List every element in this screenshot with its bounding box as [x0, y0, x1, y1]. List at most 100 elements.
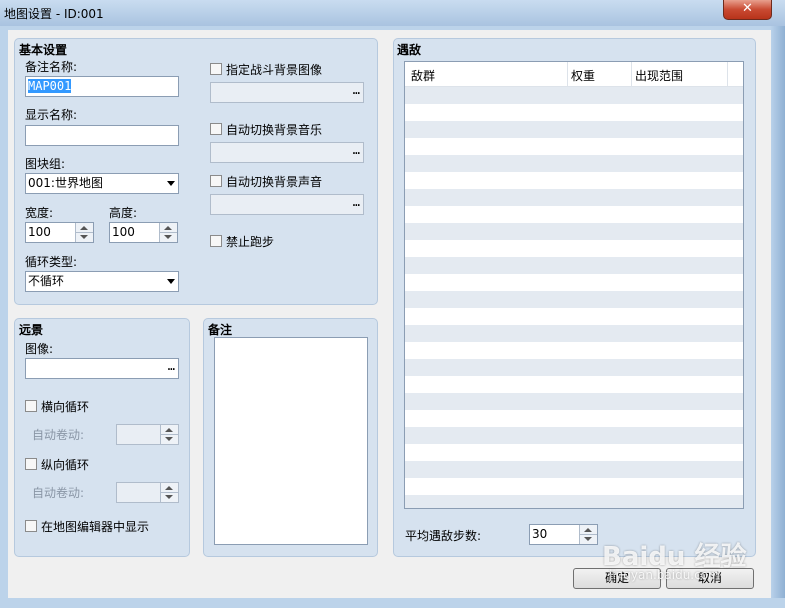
- title-bar: 地图设置 - ID:001 ✕: [0, 0, 785, 26]
- width-spinner[interactable]: [75, 223, 93, 242]
- table-row[interactable]: [405, 206, 743, 223]
- table-row[interactable]: [405, 172, 743, 189]
- avg-steps-spinner[interactable]: [579, 525, 597, 544]
- ellipsis-icon: …: [352, 83, 360, 97]
- ellipsis-icon: …: [167, 359, 175, 373]
- autobgs-label[interactable]: 自动切换背景声音: [226, 173, 322, 190]
- vscroll-label: 自动卷动:: [32, 486, 85, 500]
- parallax-image-field[interactable]: …: [25, 358, 179, 379]
- spin-up-icon: [80, 226, 88, 230]
- loop-type-label: 循环类型:: [25, 255, 78, 269]
- spin-down-icon: [165, 437, 173, 441]
- table-row[interactable]: [405, 189, 743, 206]
- height-spinner[interactable]: [159, 223, 177, 242]
- table-row[interactable]: [405, 291, 743, 308]
- battleback-checkbox[interactable]: [210, 63, 222, 75]
- vloop-checkbox[interactable]: [25, 458, 37, 470]
- avg-steps-label: 平均遇敌步数:: [405, 529, 482, 543]
- spin-up-icon: [165, 428, 173, 432]
- table-row[interactable]: [405, 359, 743, 376]
- vloop-label[interactable]: 纵向循环: [41, 456, 89, 473]
- table-row[interactable]: [405, 444, 743, 461]
- spin-down-icon: [80, 235, 88, 239]
- table-row[interactable]: [405, 155, 743, 172]
- spin-down-icon: [584, 537, 592, 541]
- table-row[interactable]: [405, 376, 743, 393]
- display-name-input[interactable]: [25, 125, 179, 146]
- hloop-checkbox[interactable]: [25, 400, 37, 412]
- close-button[interactable]: ✕: [723, 0, 772, 20]
- note-name-label: 备注名称:: [25, 60, 78, 74]
- loop-type-select[interactable]: 不循环: [25, 271, 179, 292]
- column-header-weight[interactable]: 权重: [571, 67, 595, 84]
- table-row[interactable]: [405, 308, 743, 325]
- column-header-troop[interactable]: 敌群: [411, 67, 435, 84]
- note-textarea[interactable]: [214, 337, 368, 545]
- watermark-url: jingyan.baidu.com: [609, 568, 720, 582]
- parallax-title: 远景: [19, 323, 44, 337]
- spin-up-icon: [584, 528, 592, 532]
- window-frame-bottom: [0, 598, 785, 608]
- autobgs-field: …: [210, 194, 364, 215]
- spin-down-icon: [164, 235, 172, 239]
- column-header-range[interactable]: 出现范围: [635, 67, 683, 84]
- window-frame-left: [0, 26, 8, 608]
- display-name-label: 显示名称:: [25, 108, 78, 122]
- parallax-image-label: 图像:: [25, 342, 54, 356]
- nodash-checkbox[interactable]: [210, 235, 222, 247]
- table-row[interactable]: [405, 478, 743, 495]
- table-row[interactable]: [405, 495, 743, 508]
- table-row[interactable]: [405, 274, 743, 291]
- table-row[interactable]: [405, 223, 743, 240]
- height-label: 高度:: [109, 206, 138, 220]
- note-name-value: MAP001: [28, 79, 72, 93]
- spin-down-icon: [165, 495, 173, 499]
- height-value: 100: [112, 225, 135, 239]
- nodash-label[interactable]: 禁止跑步: [226, 233, 274, 250]
- tileset-value: 001:世界地图: [28, 176, 103, 190]
- table-row[interactable]: [405, 121, 743, 138]
- table-row[interactable]: [405, 410, 743, 427]
- note-name-input[interactable]: MAP001: [25, 76, 179, 97]
- table-row[interactable]: [405, 427, 743, 444]
- height-spinbox[interactable]: 100: [109, 222, 178, 243]
- chevron-down-icon: [167, 181, 175, 186]
- table-row[interactable]: [405, 342, 743, 359]
- autobgs-checkbox[interactable]: [210, 175, 222, 187]
- hscroll-spinner: [160, 425, 178, 444]
- table-row[interactable]: [405, 87, 743, 104]
- window-frame-right: [771, 26, 785, 608]
- autobgm-checkbox[interactable]: [210, 123, 222, 135]
- spin-up-icon: [164, 226, 172, 230]
- battleback-label[interactable]: 指定战斗背景图像: [226, 61, 322, 78]
- hscroll-label: 自动卷动:: [32, 428, 85, 442]
- note-title: 备注: [208, 323, 233, 337]
- autobgm-label[interactable]: 自动切换背景音乐: [226, 121, 322, 138]
- avg-steps-spinbox[interactable]: 30: [529, 524, 598, 545]
- table-row[interactable]: [405, 325, 743, 342]
- vscroll-spinbox: [116, 482, 179, 503]
- table-row[interactable]: [405, 104, 743, 121]
- hscroll-spinbox: [116, 424, 179, 445]
- tileset-select[interactable]: 001:世界地图: [25, 173, 179, 194]
- loop-type-value: 不循环: [28, 274, 65, 288]
- battleback-field: …: [210, 82, 364, 103]
- table-row[interactable]: [405, 257, 743, 274]
- table-row[interactable]: [405, 461, 743, 478]
- encounters-title: 遇敌: [397, 43, 422, 57]
- ellipsis-icon: …: [352, 143, 360, 157]
- hloop-label[interactable]: 横向循环: [41, 398, 89, 415]
- show-in-editor-checkbox[interactable]: [25, 520, 37, 532]
- width-value: 100: [28, 225, 51, 239]
- width-label: 宽度:: [25, 206, 54, 220]
- table-row[interactable]: [405, 393, 743, 410]
- tileset-label: 图块组:: [25, 157, 66, 171]
- window-title: 地图设置 - ID:001: [4, 7, 104, 21]
- width-spinbox[interactable]: 100: [25, 222, 94, 243]
- chevron-down-icon: [167, 279, 175, 284]
- table-row[interactable]: [405, 138, 743, 155]
- table-header: 敌群 权重 出现范围: [405, 62, 743, 87]
- encounter-table[interactable]: 敌群 权重 出现范围: [404, 61, 744, 509]
- show-in-editor-label[interactable]: 在地图编辑器中显示: [41, 518, 149, 535]
- table-row[interactable]: [405, 240, 743, 257]
